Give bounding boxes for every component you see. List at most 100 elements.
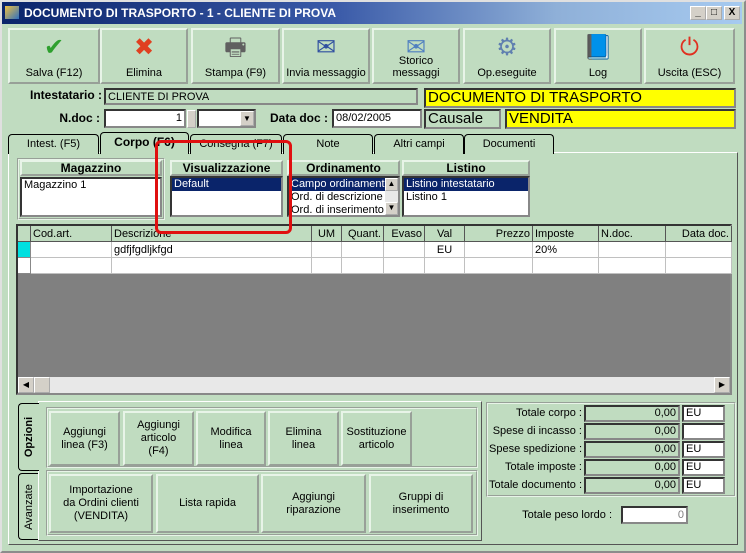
list-item[interactable]: Magazzino 1 [22, 179, 160, 192]
option-button[interactable]: Aggiungi riparazione [261, 474, 366, 533]
intestatario-field[interactable]: CLIENTE DI PROVA [104, 88, 418, 105]
total-currency[interactable]: EU [682, 459, 725, 476]
ndoc-label: N.doc : [59, 111, 100, 125]
list-item[interactable]: Listino 1 [404, 191, 528, 204]
tab-altri[interactable]: Altri campi [374, 134, 464, 154]
option-button[interactable]: Aggiungi linea (F3) [49, 411, 120, 466]
table-cell[interactable] [666, 258, 732, 274]
lines-grid[interactable]: Cod.art. Descrizione UM Quant. Evaso Val Prezz… [16, 224, 732, 395]
toolbar-button-printer[interactable]: 🖶 Stampa (F9) [191, 28, 280, 84]
table-cell[interactable] [425, 258, 465, 274]
envelope-pen-icon: ✉ [315, 34, 337, 61]
causale-label: Causale [424, 109, 501, 129]
book-search-icon: 📘 [583, 34, 613, 61]
table-cell[interactable] [31, 258, 112, 274]
ordinamento-list[interactable]: Campo ordinamento Ord. di descrizione Or… [287, 176, 400, 217]
total-value: 0,00 [584, 477, 680, 494]
peso-label: Totale peso lordo : [522, 509, 612, 521]
horizontal-scrollbar[interactable]: ◀ ▶ [18, 377, 730, 393]
total-currency[interactable]: EU [682, 405, 725, 422]
tab-documenti[interactable]: Documenti [464, 134, 554, 154]
chevron-down-icon[interactable]: ▼ [240, 111, 254, 126]
option-button[interactable]: Elimina linea [268, 411, 339, 466]
table-cell[interactable] [666, 242, 732, 258]
table-cell[interactable] [599, 258, 666, 274]
scroll-right-icon[interactable]: ▶ [714, 377, 730, 393]
column-header[interactable]: Data doc. [666, 226, 732, 242]
column-header[interactable]: Quant. [342, 226, 384, 242]
list-item[interactable]: Campo ordinamento [289, 178, 385, 191]
toolbar-button-power[interactable]: ⏻ Uscita (ESC) [644, 28, 735, 84]
data-doc-label: Data doc : [269, 111, 328, 125]
tab-opzioni[interactable]: Opzioni [18, 403, 39, 471]
table-cell[interactable] [384, 242, 425, 258]
total-currency[interactable] [682, 423, 725, 440]
scrollbar[interactable]: ▲ ▼ [385, 178, 398, 215]
toolbar-button-label: Salva (F12) [25, 67, 83, 79]
ndoc-button[interactable] [187, 110, 196, 128]
scroll-left-icon[interactable]: ◀ [18, 377, 34, 393]
table-cell[interactable]: 20% [533, 242, 599, 258]
option-button[interactable]: Sostituzione articolo [341, 411, 412, 466]
toolbar-button-book-search[interactable]: 📘 Log [554, 28, 642, 84]
table-cell[interactable] [342, 242, 384, 258]
column-header[interactable]: UM [312, 226, 342, 242]
column-header[interactable]: Evaso [384, 226, 425, 242]
table-cell[interactable] [384, 258, 425, 274]
causale-field[interactable]: VENDITA [505, 109, 736, 129]
toolbar-button-delete-x[interactable]: ✖ Elimina [100, 28, 188, 84]
column-header[interactable]: Cod.art. [31, 226, 112, 242]
series-combo[interactable]: ▼ [197, 109, 256, 128]
option-button[interactable]: Aggiungi articolo (F4) [123, 411, 194, 466]
list-item[interactable]: Ord. di inserimento [289, 204, 385, 217]
table-cell[interactable] [112, 258, 312, 274]
scroll-up-icon[interactable]: ▲ [385, 178, 398, 191]
scroll-thumb[interactable] [34, 377, 50, 393]
tab-avanzate[interactable]: Avanzate [18, 473, 39, 540]
magazzino-list[interactable]: Magazzino 1 [20, 177, 162, 217]
table-cell[interactable] [465, 258, 533, 274]
toolbar-button-envelope-search[interactable]: ✉ Storico messaggi [372, 28, 460, 84]
column-header[interactable]: Prezzo [465, 226, 533, 242]
scroll-down-icon[interactable]: ▼ [385, 202, 398, 215]
column-header[interactable]: Imposte [533, 226, 599, 242]
table-cell[interactable] [533, 258, 599, 274]
table-cell[interactable] [312, 242, 342, 258]
minimize-button[interactable]: _ [690, 6, 706, 20]
tab-opzioni-label: Opzioni [23, 416, 35, 458]
option-button[interactable]: Modifica linea [196, 411, 266, 466]
row-indicator-header [18, 226, 31, 242]
column-header[interactable]: N.doc. [599, 226, 666, 242]
listino-list[interactable]: Listino intestatario Listino 1 [402, 176, 530, 217]
toolbar-button-check[interactable]: ✔ Salva (F12) [8, 28, 100, 84]
table-cell[interactable]: EU [425, 242, 465, 258]
tab-intest[interactable]: Intest. (F5) [8, 134, 99, 154]
data-doc-input[interactable]: 08/02/2005 [332, 109, 422, 128]
table-cell[interactable] [599, 242, 666, 258]
printer-icon: 🖶 [224, 34, 247, 61]
list-item[interactable]: Ord. di descrizione [289, 191, 385, 204]
column-header[interactable]: Val [425, 226, 465, 242]
intestatario-label: Intestatario : [29, 88, 102, 102]
option-button[interactable]: Gruppi di inserimento [369, 474, 473, 533]
close-button[interactable]: X [724, 6, 740, 20]
table-cell[interactable]: gdfjfgdljkfgd [112, 242, 312, 258]
table-cell[interactable] [31, 242, 112, 258]
maximize-button[interactable]: □ [706, 6, 722, 20]
row-indicator[interactable] [18, 242, 31, 258]
total-currency[interactable]: EU [682, 441, 725, 458]
table-cell[interactable] [465, 242, 533, 258]
toolbar-button-label: Log [588, 67, 608, 79]
table-cell[interactable] [312, 258, 342, 274]
tab-note[interactable]: Note [283, 134, 373, 154]
ndoc-input[interactable]: 1 [104, 109, 186, 128]
toolbar-button-gears-search[interactable]: ⚙ Op.eseguite [463, 28, 551, 84]
option-button[interactable]: Importazione da Ordini clienti (VENDITA) [49, 474, 153, 533]
total-currency[interactable]: EU [682, 477, 725, 494]
total-value: 0,00 [584, 459, 680, 476]
row-indicator[interactable] [18, 258, 31, 274]
table-cell[interactable] [342, 258, 384, 274]
option-button[interactable]: Lista rapida [156, 474, 259, 533]
toolbar-button-envelope-pen[interactable]: ✉ Invia messaggio [282, 28, 370, 84]
list-item[interactable]: Listino intestatario [404, 178, 528, 191]
